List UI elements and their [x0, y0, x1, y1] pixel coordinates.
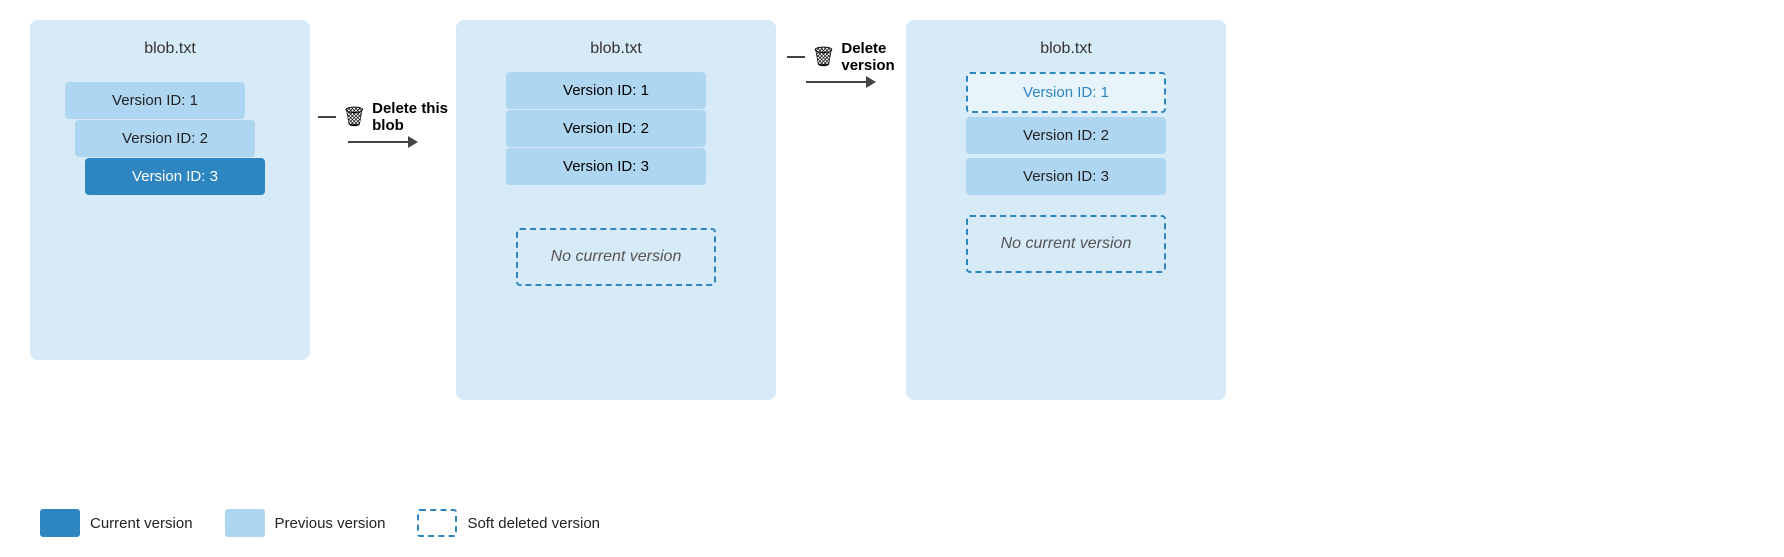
blob3-version3: Version ID: 3: [966, 158, 1166, 195]
arrow1-label-line1: Delete this: [372, 100, 448, 117]
arrow2-label: Delete version: [841, 40, 894, 74]
arrow2-line-left: [787, 56, 805, 58]
arrow2-label-line2: version: [841, 57, 894, 74]
blob1-version1: Version ID: 1: [65, 82, 245, 119]
arrow2-line-right: [806, 81, 866, 83]
legend-softdeleted-box: [417, 509, 457, 537]
legend-softdeleted-label: Soft deleted version: [467, 515, 600, 532]
arrow1-connector-top: 🗑 Delete this blob: [318, 100, 448, 134]
blob2-version1: Version ID: 1: [506, 72, 706, 109]
arrow2-arrow-row: [806, 76, 876, 88]
blob2-version3: Version ID: 3: [506, 148, 706, 185]
legend-previous-label: Previous version: [275, 515, 386, 532]
arrow2-label-line1: Delete: [841, 40, 894, 57]
blob1-version2: Version ID: 2: [75, 120, 255, 157]
blob2-no-current: No current version: [516, 228, 716, 286]
legend-current-label: Current version: [90, 515, 193, 532]
arrow1-line-left: [318, 116, 336, 118]
blob2-stack: Version ID: 1 Version ID: 2 Version ID: …: [506, 72, 726, 212]
blob2-title: blob.txt: [590, 40, 642, 58]
arrow1-arrowhead: [408, 136, 418, 148]
blob1-stack: Version ID: 1 Version ID: 2 Version ID: …: [65, 82, 275, 237]
legend-previous: Previous version: [225, 509, 386, 537]
arrow1-arrow-row: [348, 136, 418, 148]
arrow2-area: 🗑 Delete version: [776, 40, 906, 88]
blob3-title: blob.txt: [1040, 40, 1092, 58]
arrow2-connector-top: 🗑 Delete version: [787, 40, 894, 74]
trash-icon-2: 🗑: [811, 45, 835, 69]
legend-softdeleted: Soft deleted version: [417, 509, 600, 537]
main-container: blob.txt Version ID: 1 Version ID: 2 Ver…: [0, 0, 1784, 557]
arrow1-line-right: [348, 141, 408, 143]
legend-current-box: [40, 509, 80, 537]
blob3-version2: Version ID: 2: [966, 117, 1166, 154]
blob1-version3: Version ID: 3: [85, 158, 265, 195]
blob-container-3: blob.txt Version ID: 1 Version ID: 2 Ver…: [906, 20, 1226, 400]
diagrams-wrapper: blob.txt Version ID: 1 Version ID: 2 Ver…: [30, 20, 1754, 493]
blob2-version2: Version ID: 2: [506, 110, 706, 147]
arrow1-label: Delete this blob: [372, 100, 448, 134]
arrow1-label-line2: blob: [372, 117, 448, 134]
arrow1-area: 🗑 Delete this blob: [310, 100, 456, 148]
trash-icon-1: 🗑: [342, 105, 366, 129]
legend-row: Current version Previous version Soft de…: [30, 509, 1754, 537]
blob1-title: blob.txt: [144, 40, 196, 58]
blob-container-2: blob.txt Version ID: 1 Version ID: 2 Ver…: [456, 20, 776, 400]
arrow2-arrowhead: [866, 76, 876, 88]
legend-current: Current version: [40, 509, 193, 537]
blob3-version1-deleted: Version ID: 1: [966, 72, 1166, 113]
legend-previous-box: [225, 509, 265, 537]
blob3-no-current: No current version: [966, 215, 1166, 273]
blob-container-1: blob.txt Version ID: 1 Version ID: 2 Ver…: [30, 20, 310, 360]
